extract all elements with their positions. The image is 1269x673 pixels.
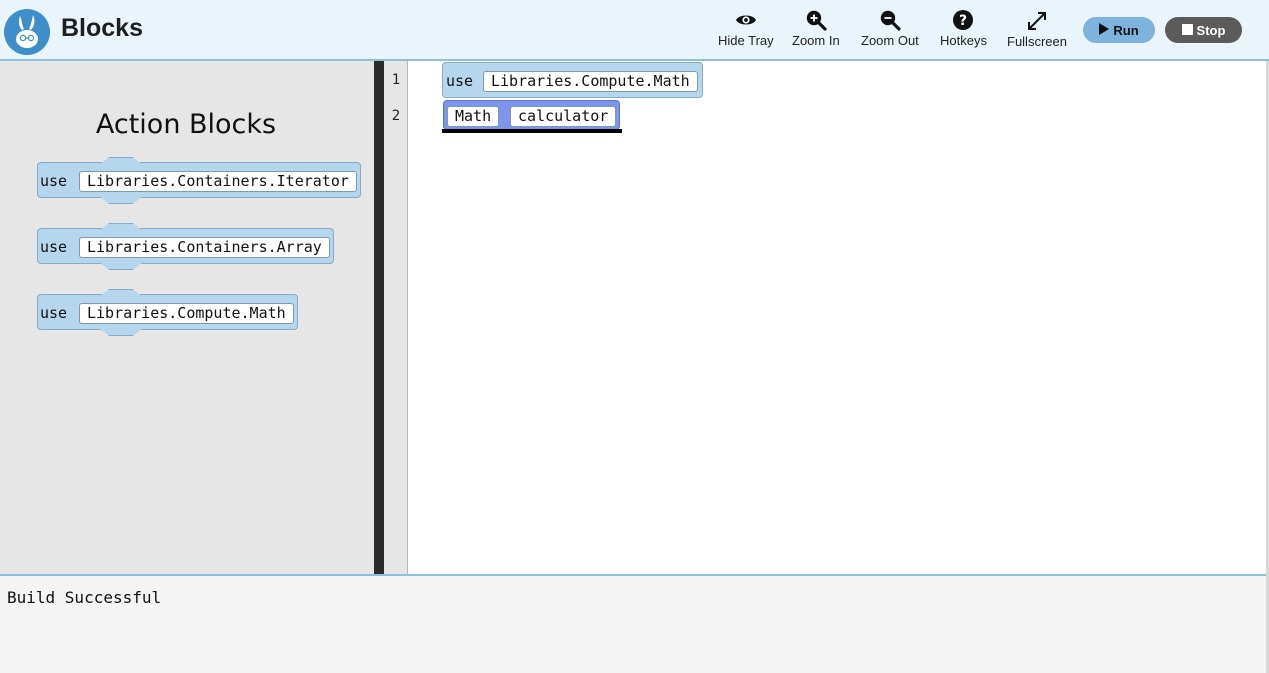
app-title: Blocks: [61, 14, 143, 42]
block-value-field[interactable]: Libraries.Compute.Math: [79, 303, 294, 324]
tray-title: Action Blocks: [95, 109, 277, 140]
header: Blocks Hide Tray Zoom In Zoom Out ? Hotk…: [0, 0, 1269, 61]
zoom-out-icon: [878, 8, 902, 32]
eye-icon: [734, 8, 758, 32]
block-value-field[interactable]: Libraries.Containers.Array: [79, 237, 330, 258]
zoom-in-icon: [804, 8, 828, 32]
tray-block-iterator[interactable]: use Libraries.Containers.Iterator: [37, 157, 361, 204]
run-label: Run: [1113, 22, 1139, 38]
code-editor[interactable]: [409, 61, 1266, 574]
fullscreen-button[interactable]: Fullscreen: [1007, 9, 1067, 53]
editor-block-use-math[interactable]: use Libraries.Compute.Math: [442, 62, 703, 98]
block-keyword: use: [40, 172, 68, 190]
tray-splitter[interactable]: [374, 61, 384, 574]
type-field[interactable]: Math: [447, 106, 500, 127]
console-output: Build Successful: [7, 588, 162, 607]
name-field[interactable]: calculator: [510, 106, 617, 127]
zoom-in-button[interactable]: Zoom In: [792, 8, 840, 52]
zoom-out-button[interactable]: Zoom Out: [861, 8, 919, 52]
stop-button[interactable]: Stop: [1165, 17, 1242, 43]
line-number: 2: [391, 108, 401, 124]
hotkeys-button[interactable]: ? Hotkeys: [940, 8, 987, 52]
run-button[interactable]: Run: [1083, 17, 1155, 43]
zoom-in-label: Zoom In: [792, 33, 840, 48]
hide-tray-label: Hide Tray: [718, 33, 774, 48]
action-blocks-tray: Action Blocks use Libraries.Containers.I…: [0, 61, 374, 574]
fullscreen-label: Fullscreen: [1007, 34, 1067, 49]
block-keyword: use: [40, 304, 68, 322]
block-keyword: use: [446, 72, 474, 90]
stop-icon: [1181, 23, 1193, 38]
question-icon: ?: [951, 8, 975, 32]
svg-text:?: ?: [959, 13, 967, 29]
block-value-field[interactable]: Libraries.Containers.Iterator: [79, 171, 357, 192]
expand-icon: [1025, 9, 1049, 33]
play-icon: [1099, 22, 1110, 38]
block-keyword: use: [40, 238, 68, 256]
selection-cursor: [442, 129, 622, 133]
hotkeys-label: Hotkeys: [940, 33, 987, 48]
block-value-field[interactable]: Libraries.Compute.Math: [483, 71, 698, 92]
zoom-out-label: Zoom Out: [861, 33, 919, 48]
console-panel: Build Successful: [0, 574, 1266, 673]
editor-block-variable-selected[interactable]: Math calculator: [443, 100, 620, 130]
tray-block-array[interactable]: use Libraries.Containers.Array: [37, 223, 334, 270]
hide-tray-button[interactable]: Hide Tray: [718, 8, 774, 52]
bunny-logo-icon: [4, 9, 50, 55]
line-number-gutter: 1 2: [384, 61, 408, 574]
line-number: 1: [391, 72, 401, 88]
stop-label: Stop: [1196, 22, 1226, 38]
tray-block-math[interactable]: use Libraries.Compute.Math: [37, 289, 298, 336]
